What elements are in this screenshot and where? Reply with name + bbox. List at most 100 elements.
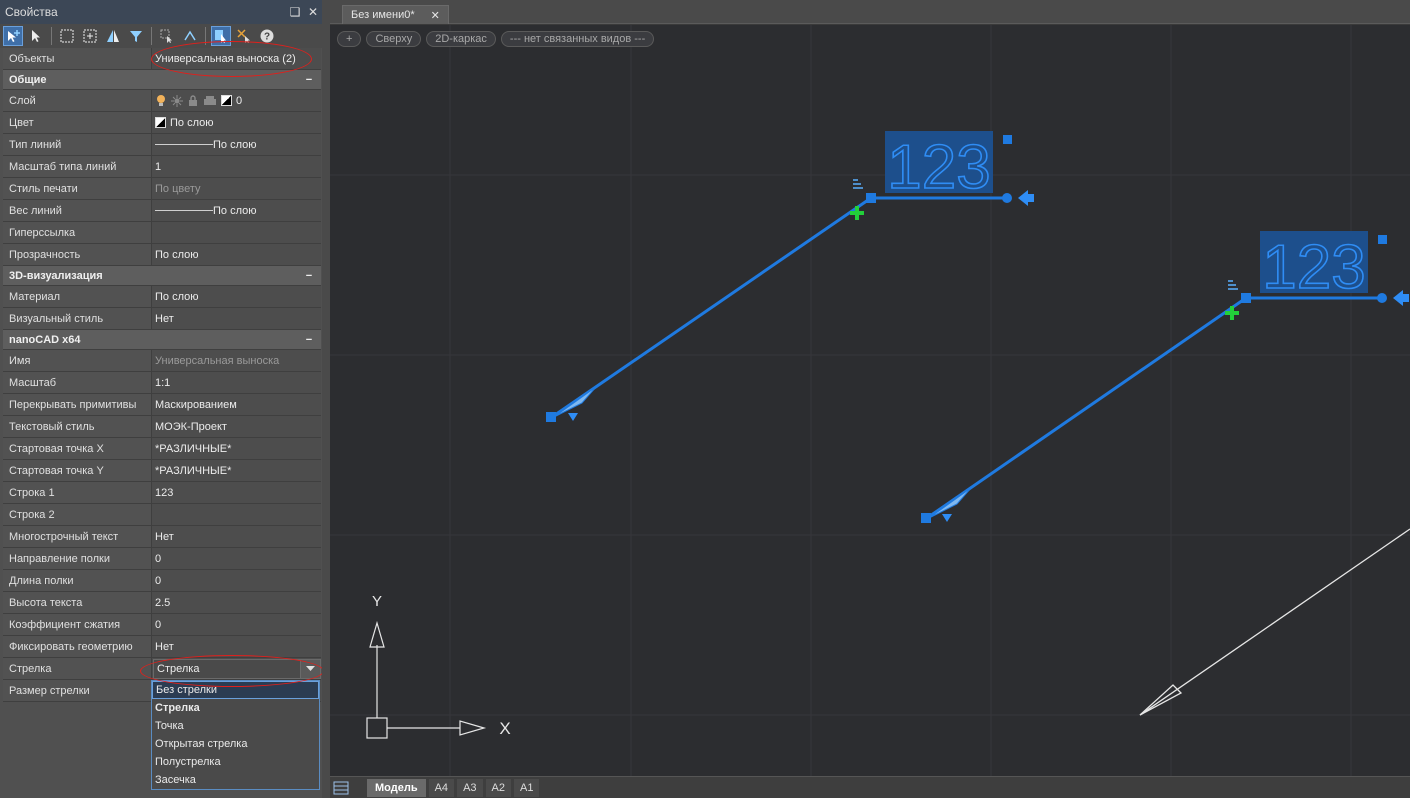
prop-value[interactable]: 2.5 xyxy=(151,592,321,613)
view-direction-button[interactable]: Сверху xyxy=(366,31,422,47)
prop-linescale[interactable]: Масштаб типа линий 1 xyxy=(3,156,321,178)
select-similar-icon[interactable] xyxy=(103,26,123,46)
prop-shelf-direction[interactable]: Направление полки 0 xyxy=(3,548,321,570)
collapse-icon[interactable]: − xyxy=(297,74,321,86)
select-cursor-icon[interactable] xyxy=(26,26,46,46)
prop-plotstyle[interactable]: Стиль печати По цвету xyxy=(3,178,321,200)
dropdown-option[interactable]: Точка xyxy=(152,717,319,735)
grip-add-vertex-icon[interactable] xyxy=(1225,306,1239,320)
prop-overlap[interactable]: Перекрывать примитивы Маскированием xyxy=(3,394,321,416)
prop-value[interactable]: Нет xyxy=(151,636,321,657)
dropdown-option[interactable]: Без стрелки xyxy=(152,681,319,699)
grip-triangle-down-icon[interactable] xyxy=(942,514,952,522)
prop-color[interactable]: Цвет По слою xyxy=(3,112,321,134)
dropdown-option[interactable]: Открытая стрелка xyxy=(152,735,319,753)
prop-transparency[interactable]: Прозрачность По слою xyxy=(3,244,321,266)
tab-layout-a3[interactable]: A3 xyxy=(457,778,483,797)
prop-fix-geometry[interactable]: Фиксировать геометрию Нет xyxy=(3,636,321,658)
arrow-dropdown-list[interactable]: Без стрелки Стрелка Точка Открытая стрел… xyxy=(151,680,320,790)
grip-square[interactable] xyxy=(1241,293,1251,303)
prop-value[interactable]: По слою xyxy=(151,134,321,155)
prop-value[interactable]: 0 xyxy=(151,570,321,591)
prop-shelf-length[interactable]: Длина полки 0 xyxy=(3,570,321,592)
tab-model[interactable]: Модель xyxy=(367,778,426,797)
grip-arrow-left-icon[interactable] xyxy=(1018,190,1034,206)
viewport-menu-button[interactable]: + xyxy=(337,31,362,47)
dropdown-option[interactable]: Стрелка xyxy=(152,699,319,717)
prop-arrow[interactable]: Стрелка Стрелка xyxy=(3,658,321,680)
dropdown-option[interactable]: Полустрелка xyxy=(152,753,319,771)
layout-list-icon[interactable] xyxy=(332,780,350,796)
prop-start-y[interactable]: Стартовая точка Y *РАЗЛИЧНЫЕ* xyxy=(3,460,321,482)
prop-objects[interactable]: Объекты Универсальная выноска (2) xyxy=(3,48,321,70)
tab-layout-a2[interactable]: A2 xyxy=(485,778,511,797)
prop-name[interactable]: Имя Универсальная выноска xyxy=(3,350,321,372)
prop-value[interactable]: 123 xyxy=(151,482,321,503)
close-icon[interactable]: ✕ xyxy=(304,5,322,19)
filter-icon[interactable] xyxy=(126,26,146,46)
grip-arrow-left-icon[interactable] xyxy=(1393,290,1409,306)
prop-value[interactable]: Нет xyxy=(151,526,321,547)
select-window-icon[interactable] xyxy=(57,26,77,46)
prop-line2[interactable]: Строка 2 xyxy=(3,504,321,526)
prop-value[interactable]: По слою xyxy=(151,200,321,221)
prop-value[interactable] xyxy=(151,504,321,525)
grip-square[interactable] xyxy=(866,193,876,203)
prop-lineweight[interactable]: Вес линий По слою xyxy=(3,200,321,222)
prop-value[interactable]: *РАЗЛИЧНЫЕ* xyxy=(151,460,321,481)
prop-compression[interactable]: Коэффициент сжатия 0 xyxy=(3,614,321,636)
prop-text-height[interactable]: Высота текста 2.5 xyxy=(3,592,321,614)
grip-add-vertex-icon[interactable] xyxy=(850,206,864,220)
grip-square[interactable] xyxy=(1378,235,1387,244)
select-group-icon[interactable] xyxy=(180,26,200,46)
quick-select-icon[interactable] xyxy=(157,26,177,46)
prop-value[interactable]: По слою xyxy=(151,112,321,133)
drawing-viewport[interactable]: 123 123 Y X + Сверху 2D-каркас --- нет с… xyxy=(330,25,1410,776)
dropdown-option[interactable]: Засечка xyxy=(152,771,319,789)
prop-line1[interactable]: Строка 1 123 xyxy=(3,482,321,504)
text-align-icon[interactable] xyxy=(1228,280,1238,290)
prop-value[interactable]: Маскированием xyxy=(151,394,321,415)
tab-layout-a4[interactable]: A4 xyxy=(428,778,455,797)
prop-value[interactable]: 1:1 xyxy=(151,372,321,393)
prop-scale[interactable]: Масштаб 1:1 xyxy=(3,372,321,394)
collapse-icon[interactable]: − xyxy=(297,270,321,282)
select-crossing-icon[interactable] xyxy=(80,26,100,46)
category-nanocad[interactable]: nanoCAD x64 − xyxy=(3,330,321,350)
grip-circle[interactable] xyxy=(1377,293,1387,303)
prop-material[interactable]: Материал По слою xyxy=(3,286,321,308)
deselect-icon[interactable] xyxy=(234,26,254,46)
document-tab[interactable]: Без имени0* ✕ xyxy=(342,5,449,24)
objects-selector[interactable]: Универсальная выноска (2) xyxy=(151,48,321,69)
visual-style-button[interactable]: 2D-каркас xyxy=(426,31,496,47)
prop-hyperlink[interactable]: Гиперссылка xyxy=(3,222,321,244)
category-3d-visualization[interactable]: 3D-визуализация − xyxy=(3,266,321,286)
pin-icon[interactable]: ❑ xyxy=(286,5,304,19)
grip-triangle-down-icon[interactable] xyxy=(568,413,578,421)
help-icon[interactable]: ? xyxy=(257,26,277,46)
prop-value[interactable]: По слою xyxy=(151,244,321,265)
prop-value[interactable]: МОЭК-Проект xyxy=(151,416,321,437)
pick-add-icon[interactable] xyxy=(3,26,23,46)
prop-value[interactable]: 0 xyxy=(151,548,321,569)
panel-splitter[interactable] xyxy=(322,0,330,798)
prop-linetype[interactable]: Тип линий По слою xyxy=(3,134,321,156)
prop-value[interactable]: Стрелка xyxy=(151,658,321,679)
prop-value[interactable]: 1 xyxy=(151,156,321,177)
collapse-icon[interactable]: − xyxy=(297,334,321,346)
prop-value[interactable] xyxy=(151,222,321,243)
drawing-canvas[interactable]: 123 123 Y X xyxy=(330,25,1410,776)
prop-value[interactable]: По слою xyxy=(151,286,321,307)
prop-value[interactable]: 0 xyxy=(151,90,321,111)
grip-square[interactable] xyxy=(1003,135,1012,144)
leader-3-unselected[interactable] xyxy=(1139,528,1410,716)
arrow-select[interactable]: Стрелка xyxy=(153,658,321,679)
chevron-down-icon[interactable] xyxy=(300,659,320,678)
grip-square[interactable] xyxy=(921,513,931,523)
prop-layer[interactable]: Слой 0 xyxy=(3,90,321,112)
prop-value[interactable]: Нет xyxy=(151,308,321,329)
category-general[interactable]: Общие − xyxy=(3,70,321,90)
prop-visualstyle[interactable]: Визуальный стиль Нет xyxy=(3,308,321,330)
close-icon[interactable]: ✕ xyxy=(431,9,440,22)
grip-square[interactable] xyxy=(546,412,556,422)
